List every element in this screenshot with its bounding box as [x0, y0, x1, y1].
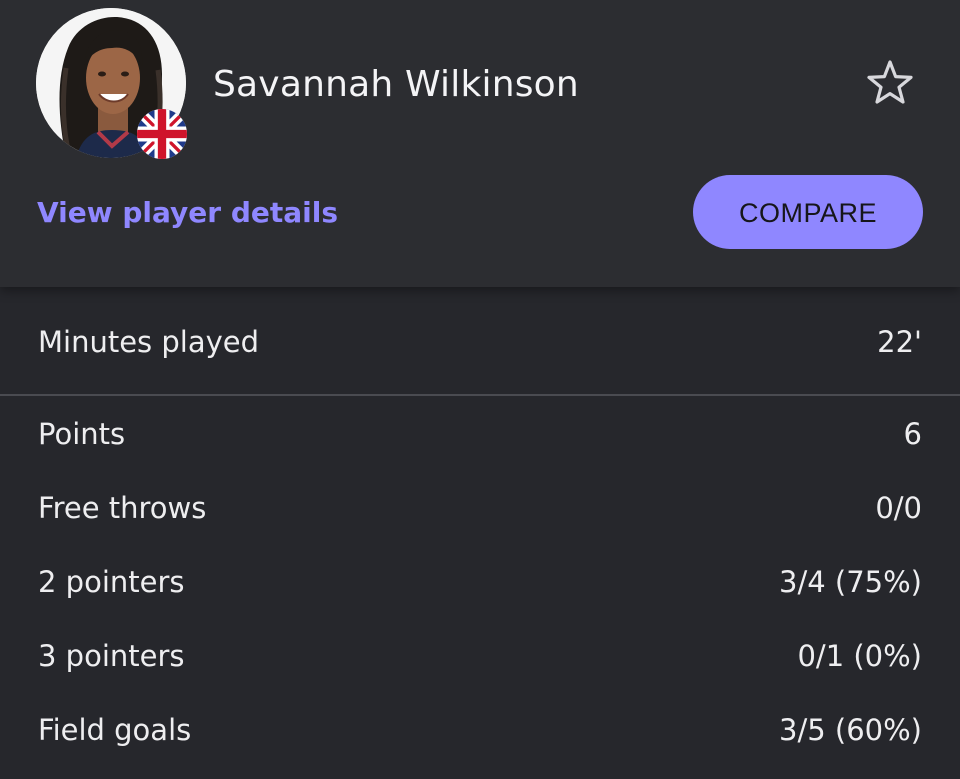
- stat-label: Points: [38, 417, 126, 451]
- divider: [0, 394, 960, 396]
- stat-row-field-goals: Field goals 3/5 (60%): [0, 700, 960, 760]
- stat-row-points: Points 6: [0, 404, 960, 464]
- stat-label: 3 pointers: [38, 639, 185, 673]
- stat-label: Field goals: [38, 713, 192, 747]
- stat-value: 6: [903, 417, 922, 451]
- player-avatar[interactable]: [36, 8, 187, 159]
- compare-button[interactable]: COMPARE: [693, 175, 923, 249]
- minutes-played-row: Minutes played 22': [0, 312, 960, 372]
- player-header: Savannah Wilkinson View player details C…: [0, 0, 960, 287]
- player-stats-page: Savannah Wilkinson View player details C…: [0, 0, 960, 779]
- uk-flag-icon: [137, 109, 187, 159]
- view-player-details-link[interactable]: View player details: [37, 190, 338, 236]
- stat-row-3-pointers: 3 pointers 0/1 (0%): [0, 626, 960, 686]
- stat-label: Free throws: [38, 491, 207, 525]
- star-outline-icon[interactable]: [863, 56, 917, 110]
- stat-label: 2 pointers: [38, 565, 185, 599]
- stat-row-2-pointers: 2 pointers 3/4 (75%): [0, 552, 960, 612]
- stat-value: 22': [877, 325, 922, 359]
- stat-value: 3/4 (75%): [779, 565, 922, 599]
- stat-label: Minutes played: [38, 325, 260, 359]
- stat-row-free-throws: Free throws 0/0: [0, 478, 960, 538]
- stat-value: 0/1 (0%): [797, 639, 922, 673]
- stat-value: 0/0: [875, 491, 922, 525]
- stat-value: 3/5 (60%): [779, 713, 922, 747]
- player-name: Savannah Wilkinson: [213, 64, 579, 105]
